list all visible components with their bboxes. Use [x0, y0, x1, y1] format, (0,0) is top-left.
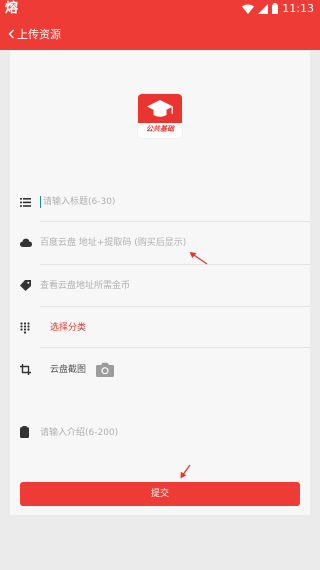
divider	[40, 264, 310, 265]
battery-icon	[272, 3, 279, 14]
tag-icon	[20, 280, 31, 291]
divider	[40, 221, 310, 222]
intro-input[interactable]: 请输入介绍(6-200)	[40, 427, 118, 439]
camera-icon[interactable]	[96, 362, 114, 377]
clipboard-icon	[20, 426, 29, 438]
signal-icon	[258, 3, 269, 14]
screenshot-label: 云盘截图	[50, 365, 87, 375]
back-button[interactable]: 上传资源	[8, 17, 61, 50]
logo-area: 公共基础	[10, 50, 310, 179]
screenshot-row: 云盘截图	[10, 362, 310, 392]
price-input[interactable]: 查看云盘地址所需金币	[40, 280, 130, 292]
title-input[interactable]: 请输入标题(6-30)	[40, 196, 115, 208]
price-row: 查看云盘地址所需金币	[10, 279, 310, 309]
dialpad-icon	[20, 322, 30, 334]
status-time: 11:13	[282, 2, 314, 15]
annotation-arrow-icon	[189, 252, 208, 265]
wifi-icon	[242, 4, 255, 14]
cloud-icon	[20, 238, 32, 247]
cloud-link-input[interactable]: 百度云盘 地址+提取码 (购买后显示)	[40, 237, 186, 249]
chevron-left-icon	[8, 29, 14, 38]
annotation-arrow-icon	[180, 464, 191, 479]
list-icon	[20, 198, 31, 207]
category-select[interactable]: 选择分类	[50, 322, 86, 334]
divider	[40, 306, 310, 307]
page-title: 上传资源	[17, 27, 61, 41]
status-bar: 熔 11:13	[0, 0, 320, 17]
title-placeholder: 请输入标题(6-30)	[43, 197, 116, 207]
category-row[interactable]: 选择分类	[10, 320, 310, 350]
logo-text: 公共基础	[146, 124, 174, 133]
title-row: 请输入标题(6-30)	[10, 194, 310, 224]
crop-icon	[20, 364, 31, 375]
divider	[40, 347, 310, 348]
submit-button[interactable]: 提交	[20, 482, 300, 506]
app-bar: 上传资源	[0, 17, 320, 50]
text-caret	[40, 196, 41, 208]
upload-form-panel: 公共基础 请输入标题(6-30) 百度云盘 地址+提取码 (购买后显示) 查看云…	[10, 50, 310, 515]
graduation-cap-icon	[147, 100, 173, 117]
status-notification-glyph: 熔	[5, 1, 19, 16]
app-logo: 公共基础	[138, 94, 182, 138]
cloud-link-row: 百度云盘 地址+提取码 (购买后显示)	[10, 236, 310, 266]
intro-row: 请输入介绍(6-200)	[10, 425, 310, 465]
